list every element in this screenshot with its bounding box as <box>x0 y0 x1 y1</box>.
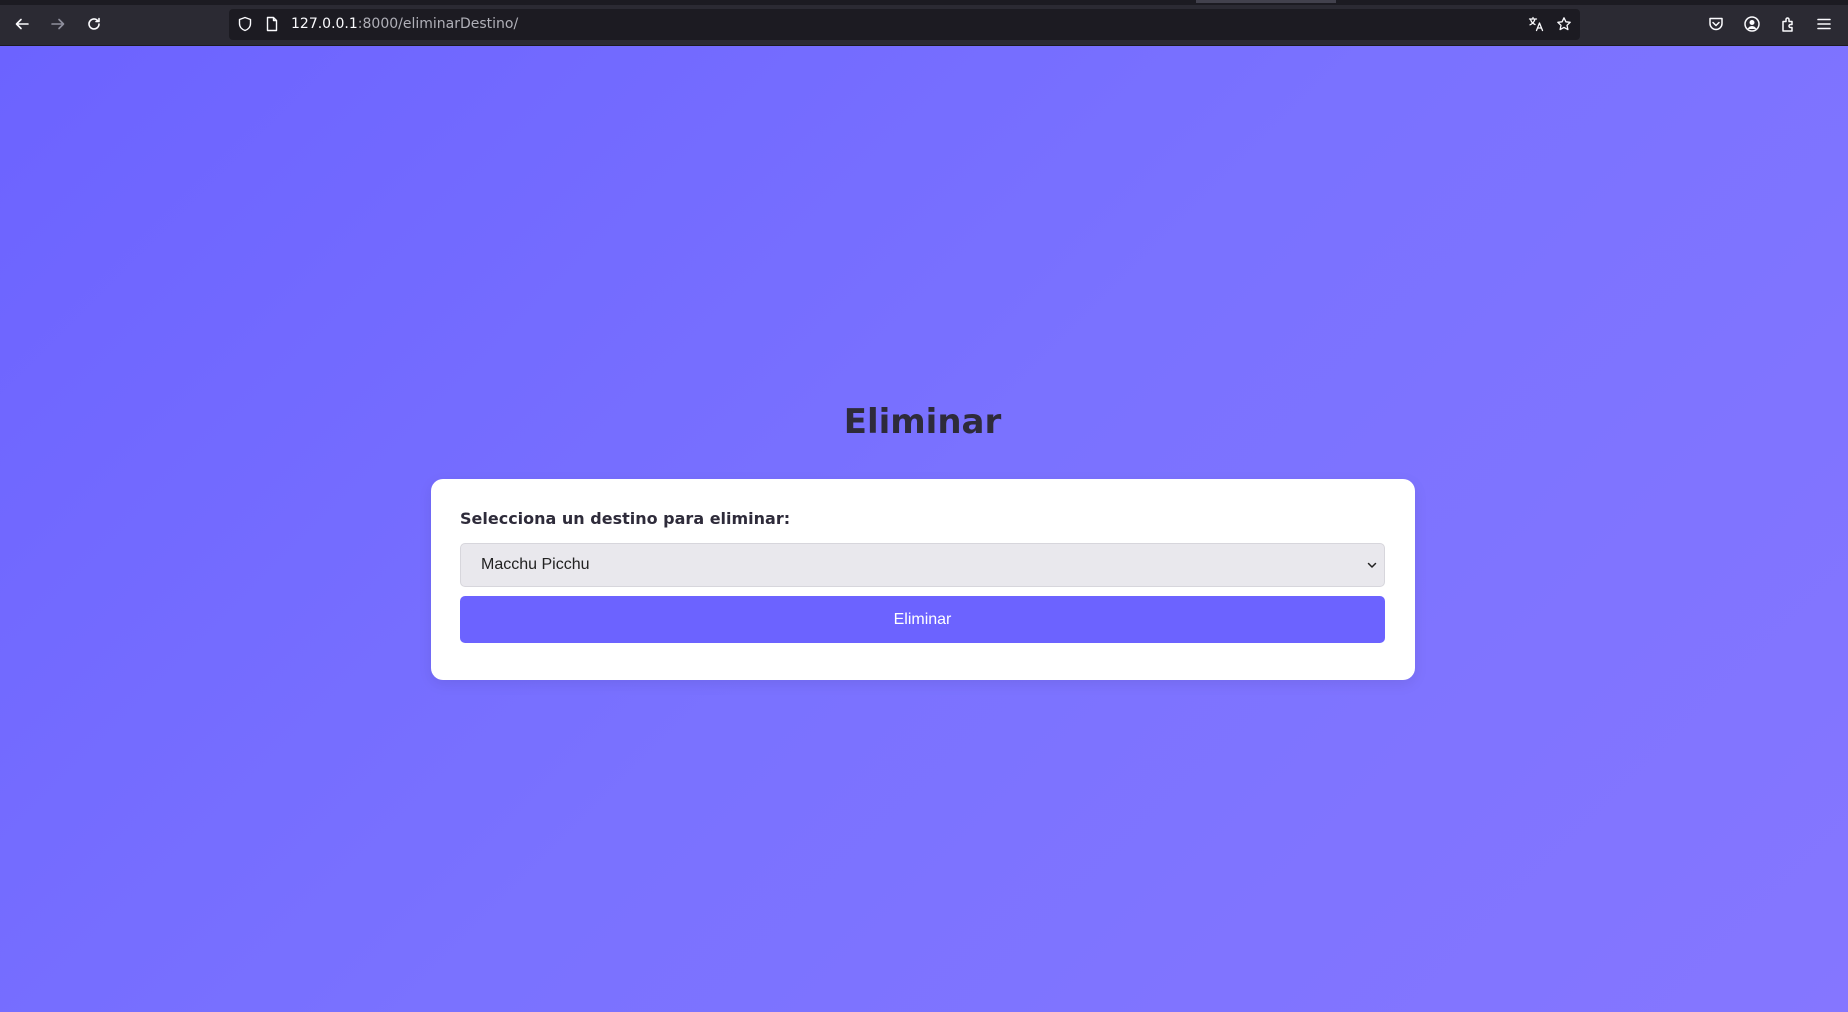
chevron-down-icon <box>1367 562 1377 568</box>
menu-icon[interactable] <box>1815 15 1833 33</box>
url-path: :8000/eliminarDestino/ <box>357 16 519 32</box>
url-host: 127.0.0.1 <box>291 16 358 32</box>
browser-toolbar: 127.0.0.1:8000/eliminarDestino/ <box>0 0 1848 46</box>
arrow-right-icon <box>51 18 65 30</box>
shield-icon[interactable] <box>237 16 253 32</box>
reload-button[interactable] <box>82 12 106 36</box>
bookmark-star-icon[interactable] <box>1556 16 1572 32</box>
destination-select[interactable]: Macchu Picchu <box>460 543 1385 587</box>
tab-indicator[interactable] <box>1196 0 1336 3</box>
destination-label: Selecciona un destino para eliminar: <box>460 509 791 528</box>
delete-button[interactable]: Eliminar <box>460 596 1385 643</box>
page-title: Eliminar <box>843 402 1002 442</box>
selected-destination: Macchu Picchu <box>481 556 590 573</box>
extensions-icon[interactable] <box>1779 15 1797 33</box>
pocket-icon[interactable] <box>1707 15 1725 33</box>
page-icon[interactable] <box>264 16 280 32</box>
delete-form-card: Selecciona un destino para eliminar: Mac… <box>431 479 1415 680</box>
arrow-left-icon <box>15 18 29 30</box>
page-content: Eliminar Selecciona un destino para elim… <box>0 46 1848 1012</box>
reload-icon <box>88 17 100 30</box>
translate-icon[interactable] <box>1528 16 1544 32</box>
url-text[interactable]: 127.0.0.1:8000/eliminarDestino/ <box>291 16 518 33</box>
tab-strip <box>0 0 1848 5</box>
account-icon[interactable] <box>1743 15 1761 33</box>
address-bar[interactable]: 127.0.0.1:8000/eliminarDestino/ <box>229 9 1580 40</box>
forward-button[interactable] <box>46 12 70 36</box>
back-button[interactable] <box>10 12 34 36</box>
